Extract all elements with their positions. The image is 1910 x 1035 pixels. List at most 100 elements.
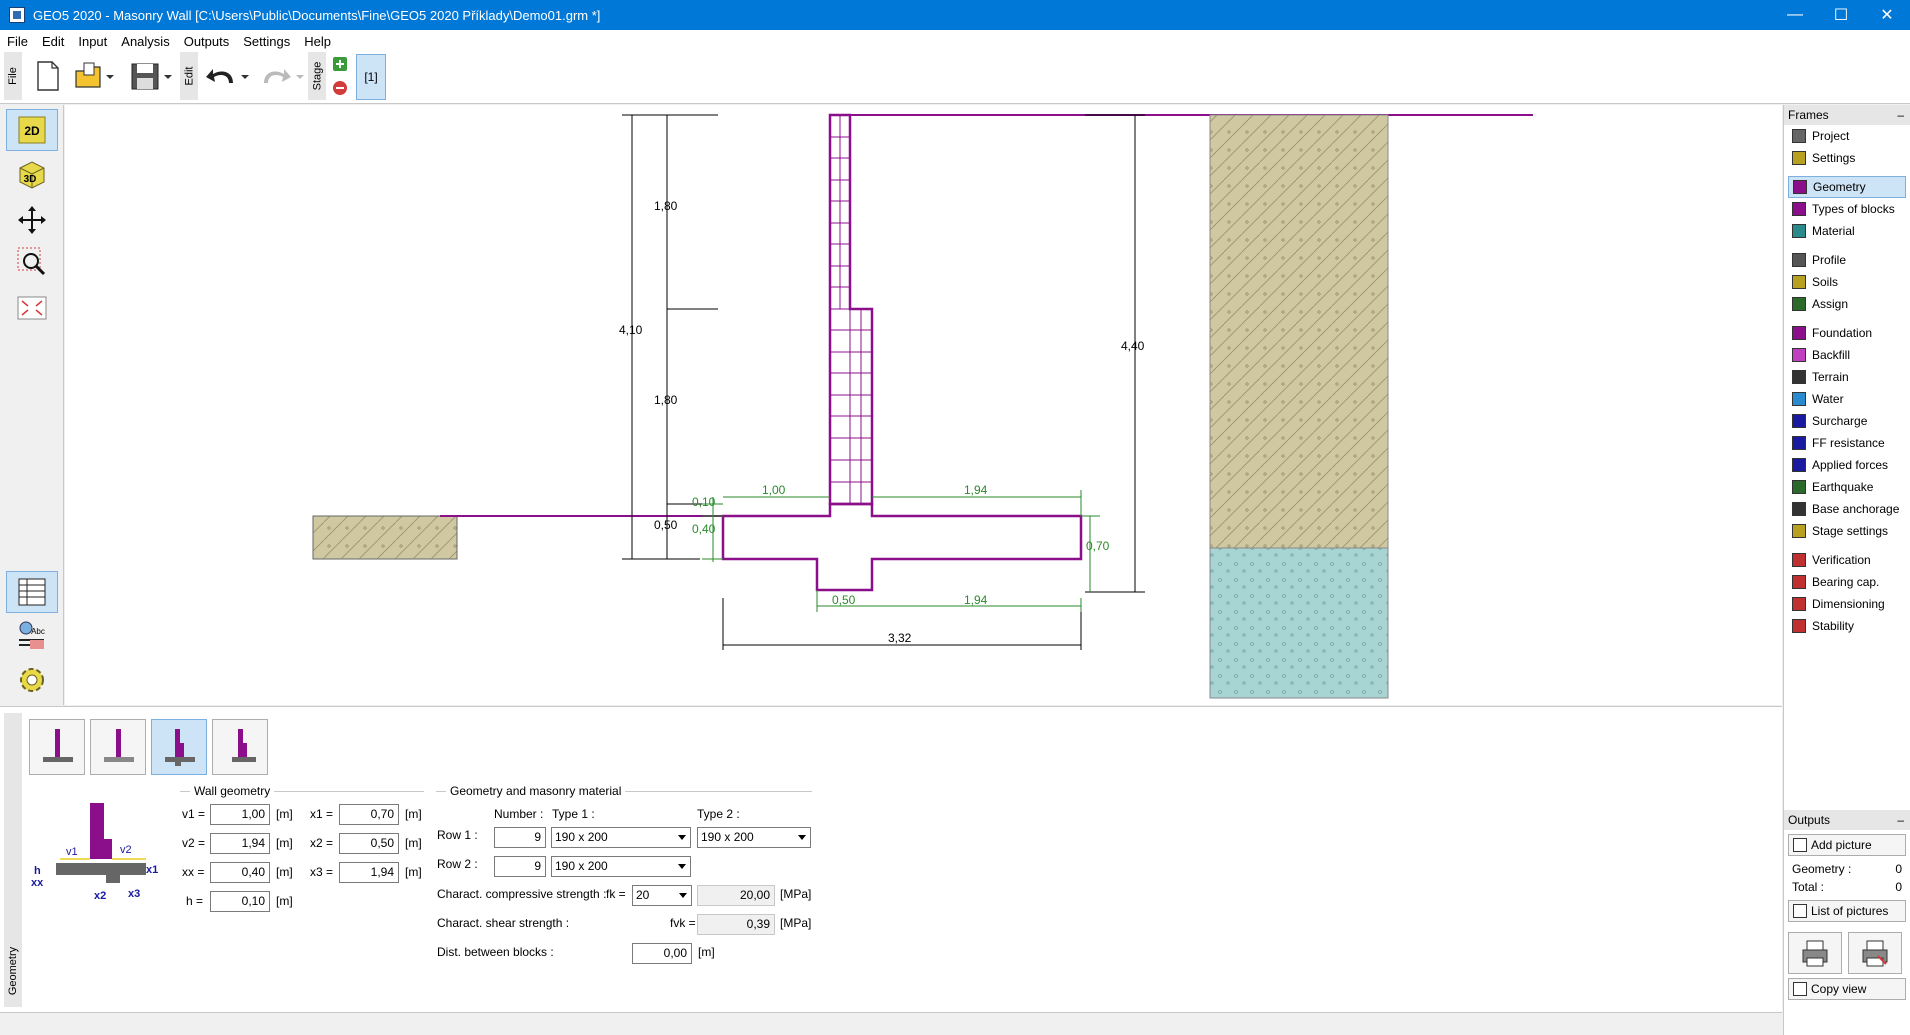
wall-type-2-button[interactable] (90, 719, 146, 775)
view-2d-icon: 2D (18, 116, 46, 144)
row1-type1-select[interactable]: 190 x 200 (551, 827, 691, 848)
undo-button[interactable] (204, 56, 252, 96)
x1-input[interactable]: 0,70 (339, 804, 399, 825)
menu-settings[interactable]: Settings (236, 34, 297, 49)
menu-file[interactable]: File (0, 34, 35, 49)
geometry-count-row: Geometry : 0 (1784, 860, 1910, 878)
frame-item-base-anchorage[interactable]: Base anchorage (1784, 498, 1910, 520)
close-button[interactable]: ✕ (1864, 0, 1910, 30)
frame-item-earthquake[interactable]: Earthquake (1784, 476, 1910, 498)
pan-button[interactable] (6, 199, 58, 241)
add-stage-button[interactable] (330, 54, 350, 74)
frame-item-water[interactable]: Water (1784, 388, 1910, 410)
v1-input[interactable]: 1,00 (210, 804, 270, 825)
frame-item-soils[interactable]: Soils (1784, 271, 1910, 293)
open-file-button[interactable] (72, 56, 116, 96)
copy-view-button[interactable]: Copy view (1788, 978, 1906, 1000)
menu-input[interactable]: Input (71, 34, 114, 49)
stability-icon (1792, 619, 1806, 633)
x3-input[interactable]: 1,94 (339, 862, 399, 883)
wall-type-1-button[interactable] (29, 719, 85, 775)
frame-item-blocks[interactable]: Types of blocks (1784, 198, 1910, 220)
zoom-extents-button[interactable] (6, 287, 58, 329)
frame-item-ff-resistance[interactable]: FF resistance (1784, 432, 1910, 454)
wall-geometry-group: Wall geometry (180, 784, 424, 798)
settings-button[interactable] (6, 659, 58, 701)
v2-input[interactable]: 1,94 (210, 833, 270, 854)
frames-panel: Frames – Project Settings Geometry Types of … (1783, 105, 1910, 1035)
redo-button[interactable] (258, 56, 304, 96)
frame-item-backfill[interactable]: Backfill (1784, 344, 1910, 366)
collapse-icon[interactable]: – (1897, 108, 1904, 122)
frame-item-settings-gear[interactable]: Settings (1784, 147, 1910, 169)
fk-select-value: 20 (636, 888, 650, 902)
frame-item-verification[interactable]: Verification (1784, 549, 1910, 571)
add-picture-button[interactable]: Add picture (1788, 834, 1906, 856)
x1-label: x1 = (310, 807, 334, 821)
menu-analysis[interactable]: Analysis (114, 34, 176, 49)
frame-item-dimensioning[interactable]: Dimensioning (1784, 593, 1910, 615)
remove-stage-button[interactable] (330, 78, 350, 98)
print-export-button[interactable] (1848, 932, 1902, 974)
menu-edit[interactable]: Edit (35, 34, 71, 49)
print-button[interactable] (1788, 932, 1842, 974)
frame-item-surcharge[interactable]: Surcharge (1784, 410, 1910, 432)
h-input[interactable]: 0,10 (210, 891, 270, 912)
dim-total-width: 3,32 (888, 631, 912, 645)
wall-type-3-button[interactable] (151, 719, 207, 775)
frame-item-bearing-cap[interactable]: Bearing cap. (1784, 571, 1910, 593)
new-file-button[interactable] (30, 56, 66, 96)
frame-item-material[interactable]: Material (1784, 220, 1910, 242)
view-3d-icon: 3D (19, 161, 45, 189)
minimize-button[interactable]: — (1772, 0, 1818, 30)
surcharge-icon (1792, 414, 1806, 428)
frame-item-label: Assign (1812, 297, 1849, 311)
frame-item-project[interactable]: Project (1784, 125, 1910, 147)
frame-item-label: Backfill (1812, 348, 1851, 362)
frame-item-label: Geometry (1813, 180, 1866, 194)
frame-item-applied-forces[interactable]: Applied forces (1784, 454, 1910, 476)
geometry-panel-tab[interactable]: Geometry (4, 713, 22, 1007)
drawing-canvas[interactable]: 1,80 4,10 1,80 0,50 4,40 3,32 1,00 1,94 … (65, 105, 1782, 705)
frame-item-assign[interactable]: Assign (1784, 293, 1910, 315)
list-pictures-button[interactable]: List of pictures (1788, 900, 1906, 922)
x2-input[interactable]: 0,50 (339, 833, 399, 854)
scheme-v1: v1 (66, 846, 78, 858)
scheme-xx: xx (31, 877, 44, 889)
frames-header: Frames – (1784, 105, 1910, 125)
frames-group-gap (1784, 542, 1910, 549)
chevron-down-icon (679, 893, 687, 898)
wall-type-4-button[interactable] (212, 719, 268, 775)
dim-key-right: 1,94 (964, 593, 988, 607)
menu-outputs[interactable]: Outputs (177, 34, 237, 49)
save-button[interactable] (126, 56, 176, 96)
view-3d-button[interactable]: 3D (6, 153, 58, 195)
row2-number-input[interactable]: 9 (494, 856, 546, 877)
dim-left-offset: 1,00 (762, 483, 786, 497)
frame-item-label: Dimensioning (1812, 597, 1885, 611)
row2-type1-select[interactable]: 190 x 200 (551, 856, 691, 877)
scheme-x2: x2 (94, 890, 106, 902)
table-view-button[interactable] (6, 571, 58, 613)
frame-item-stability[interactable]: Stability (1784, 615, 1910, 637)
frame-item-profile[interactable]: Profile (1784, 249, 1910, 271)
h-unit: [m] (276, 894, 293, 908)
dist-input[interactable]: 0,00 (632, 943, 692, 964)
frame-item-terrain[interactable]: Terrain (1784, 366, 1910, 388)
frame-item-geometry[interactable]: Geometry (1788, 176, 1906, 198)
row1-number-input[interactable]: 9 (494, 827, 546, 848)
row2-type1-value: 190 x 200 (555, 859, 608, 873)
stage-1-tab[interactable]: [1] (356, 54, 386, 100)
outputs-collapse-icon[interactable]: – (1897, 813, 1904, 827)
row1-type2-select[interactable]: 190 x 200 (697, 827, 811, 848)
dist-unit: [m] (698, 945, 715, 959)
description-button[interactable]: Abc (6, 615, 58, 657)
view-2d-button[interactable]: 2D (6, 109, 58, 151)
fk-select[interactable]: 20 (632, 885, 692, 906)
frame-item-stage-settings[interactable]: Stage settings (1784, 520, 1910, 542)
zoom-button[interactable] (6, 241, 58, 283)
maximize-button[interactable]: ☐ (1818, 0, 1864, 30)
menu-help[interactable]: Help (297, 34, 338, 49)
xx-input[interactable]: 0,40 (210, 862, 270, 883)
frame-item-foundation[interactable]: Foundation (1784, 322, 1910, 344)
